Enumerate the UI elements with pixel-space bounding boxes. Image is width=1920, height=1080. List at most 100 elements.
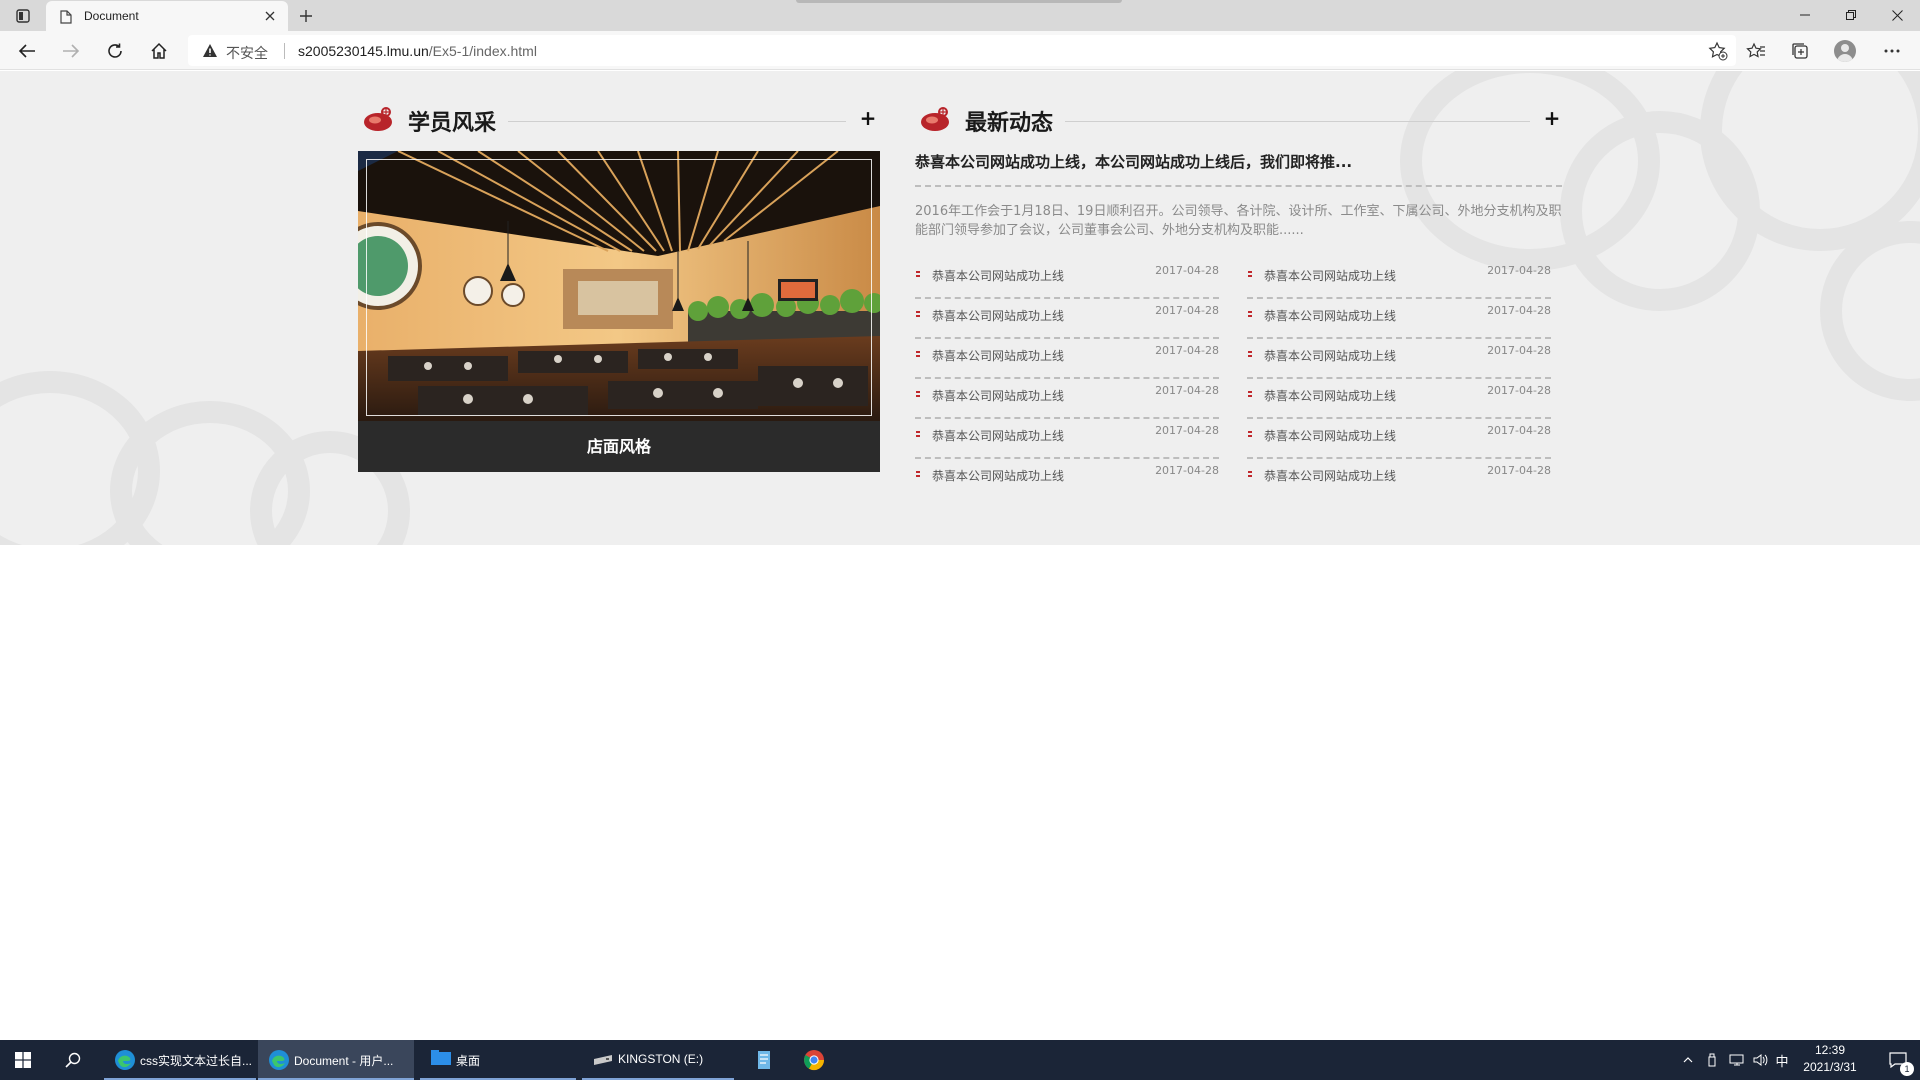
section-title: 学员风采 — [408, 111, 497, 136]
folder-icon — [430, 1049, 452, 1071]
headline-divider — [915, 185, 1562, 187]
news-title: 恭喜本公司网站成功上线 — [1264, 309, 1397, 323]
address-bar[interactable]: 不安全 s2005230145.lmu.un/Ex5-1/index.html — [188, 35, 1736, 66]
bullet-icon — [1248, 471, 1252, 477]
plus-icon — [300, 10, 312, 22]
favorites-icon[interactable] — [1744, 40, 1768, 62]
minimize-icon — [1800, 14, 1810, 16]
page-content: 学员风采 + 店面风格 最新动态 + 恭喜本公司网站成功上线，本公司网站成功上线… — [0, 71, 1920, 545]
minimize-button[interactable] — [1782, 0, 1828, 30]
list-item[interactable]: 恭喜本公司网站成功上线 2017-04-28 — [1247, 419, 1551, 459]
taskbar-app-desktop[interactable]: 桌面 — [420, 1040, 576, 1080]
browser-tab[interactable]: Document — [46, 1, 288, 31]
list-item[interactable]: 恭喜本公司网站成功上线 2017-04-28 — [1247, 299, 1551, 339]
drive-icon — [592, 1052, 614, 1071]
chrome-icon[interactable] — [792, 1040, 836, 1080]
notepad-icon[interactable] — [742, 1040, 786, 1080]
news-title: 恭喜本公司网站成功上线 — [932, 469, 1065, 483]
list-item[interactable]: 恭喜本公司网站成功上线 2017-04-28 — [1247, 339, 1551, 379]
taskbar-app-edge-1[interactable]: css实现文本过长自... — [104, 1040, 256, 1080]
avatar[interactable] — [1834, 40, 1856, 62]
list-item[interactable]: 恭喜本公司网站成功上线 2017-04-28 — [1247, 459, 1551, 499]
usb-icon[interactable] — [1702, 1040, 1722, 1080]
taskbar-app-drive[interactable]: KINGSTON (E:) — [582, 1040, 734, 1080]
section-header-students: 学员风采 + — [358, 101, 880, 137]
news-date: 2017-04-28 — [1155, 264, 1219, 277]
chevron-up-icon[interactable] — [1678, 1040, 1698, 1080]
news-date: 2017-04-28 — [1155, 424, 1219, 437]
notification-icon[interactable]: 1 — [1876, 1040, 1920, 1080]
list-item[interactable]: 恭喜本公司网站成功上线 2017-04-28 — [915, 259, 1219, 299]
more-icon[interactable] — [1880, 40, 1904, 62]
warning-icon — [202, 43, 218, 62]
notification-count: 1 — [1900, 1062, 1914, 1076]
news-headline[interactable]: 恭喜本公司网站成功上线，本公司网站成功上线后，我们即将推... — [915, 151, 1565, 172]
tab-actions-icon[interactable] — [12, 6, 34, 26]
back-icon[interactable] — [16, 40, 38, 62]
close-window-button[interactable] — [1874, 0, 1920, 30]
bullet-icon — [916, 471, 920, 477]
taskbar-app-label: css实现文本过长自... — [140, 1054, 253, 1068]
news-date: 2017-04-28 — [1487, 304, 1551, 317]
more-button[interactable]: + — [1542, 103, 1562, 133]
news-date: 2017-04-28 — [1155, 384, 1219, 397]
search-icon[interactable] — [50, 1040, 96, 1080]
news-date: 2017-04-28 — [1155, 464, 1219, 477]
news-date: 2017-04-28 — [1487, 264, 1551, 277]
list-item[interactable]: 恭喜本公司网站成功上线 2017-04-28 — [1247, 379, 1551, 419]
volume-icon[interactable] — [1750, 1040, 1772, 1080]
header-divider — [508, 121, 846, 122]
steak-icon — [362, 105, 396, 137]
bullet-icon — [1248, 391, 1252, 397]
more-button[interactable]: + — [858, 103, 878, 133]
windows-icon[interactable] — [0, 1040, 46, 1080]
collections-icon[interactable] — [1788, 40, 1812, 62]
list-item[interactable]: 恭喜本公司网站成功上线 2017-04-28 — [1247, 259, 1551, 299]
edge-icon — [268, 1049, 290, 1075]
bullet-icon — [916, 351, 920, 357]
taskbar-app-label: 桌面 — [456, 1054, 481, 1068]
favorite-add-icon[interactable] — [1708, 41, 1728, 65]
url-text[interactable]: s2005230145.lmu.un/Ex5-1/index.html — [298, 43, 537, 59]
photo-caption: 店面风格 — [586, 437, 651, 456]
news-date: 2017-04-28 — [1487, 384, 1551, 397]
address-separator — [284, 43, 285, 59]
list-item[interactable]: 恭喜本公司网站成功上线 2017-04-28 — [915, 459, 1219, 499]
tab-strip: Document — [0, 0, 1920, 31]
navigation-bar: 不安全 s2005230145.lmu.un/Ex5-1/index.html — [0, 31, 1920, 70]
edge-icon — [114, 1049, 136, 1075]
news-title: 恭喜本公司网站成功上线 — [932, 269, 1065, 283]
news-date: 2017-04-28 — [1155, 344, 1219, 357]
bullet-icon — [916, 311, 920, 317]
news-title: 恭喜本公司网站成功上线 — [932, 389, 1065, 403]
bullet-icon — [1248, 431, 1252, 437]
taskbar-app-edge-2[interactable]: Document - 用户... — [258, 1040, 414, 1080]
clock[interactable]: 12:39 2021/3/31 — [1784, 1042, 1876, 1078]
bullet-icon — [1248, 351, 1252, 357]
close-icon — [1891, 9, 1903, 21]
news-title: 恭喜本公司网站成功上线 — [1264, 469, 1397, 483]
list-item[interactable]: 恭喜本公司网站成功上线 2017-04-28 — [915, 339, 1219, 379]
news-date: 2017-04-28 — [1487, 464, 1551, 477]
content-container: 学员风采 + 店面风格 最新动态 + 恭喜本公司网站成功上线，本公司网站成功上线… — [358, 71, 1568, 545]
list-item[interactable]: 恭喜本公司网站成功上线 2017-04-28 — [915, 419, 1219, 459]
news-title: 恭喜本公司网站成功上线 — [932, 309, 1065, 323]
restore-button[interactable] — [1828, 0, 1874, 30]
photo-frame — [366, 159, 872, 416]
steak-icon — [919, 105, 953, 137]
list-item[interactable]: 恭喜本公司网站成功上线 2017-04-28 — [915, 379, 1219, 419]
news-title: 恭喜本公司网站成功上线 — [1264, 429, 1397, 443]
close-icon[interactable] — [262, 8, 278, 24]
network-icon[interactable] — [1726, 1040, 1748, 1080]
bullet-icon — [916, 431, 920, 437]
photo-card[interactable]: 店面风格 — [358, 151, 880, 472]
refresh-icon[interactable] — [104, 40, 126, 62]
security-label[interactable]: 不安全 — [226, 43, 268, 63]
home-icon[interactable] — [148, 40, 170, 62]
news-title: 恭喜本公司网站成功上线 — [932, 349, 1065, 363]
forward-icon[interactable] — [60, 40, 82, 62]
taskbar-app-label: KINGSTON (E:) — [618, 1052, 704, 1066]
taskbar-app-label: Document - 用户... — [294, 1054, 394, 1068]
list-item[interactable]: 恭喜本公司网站成功上线 2017-04-28 — [915, 299, 1219, 339]
new-tab-button[interactable] — [296, 6, 316, 26]
